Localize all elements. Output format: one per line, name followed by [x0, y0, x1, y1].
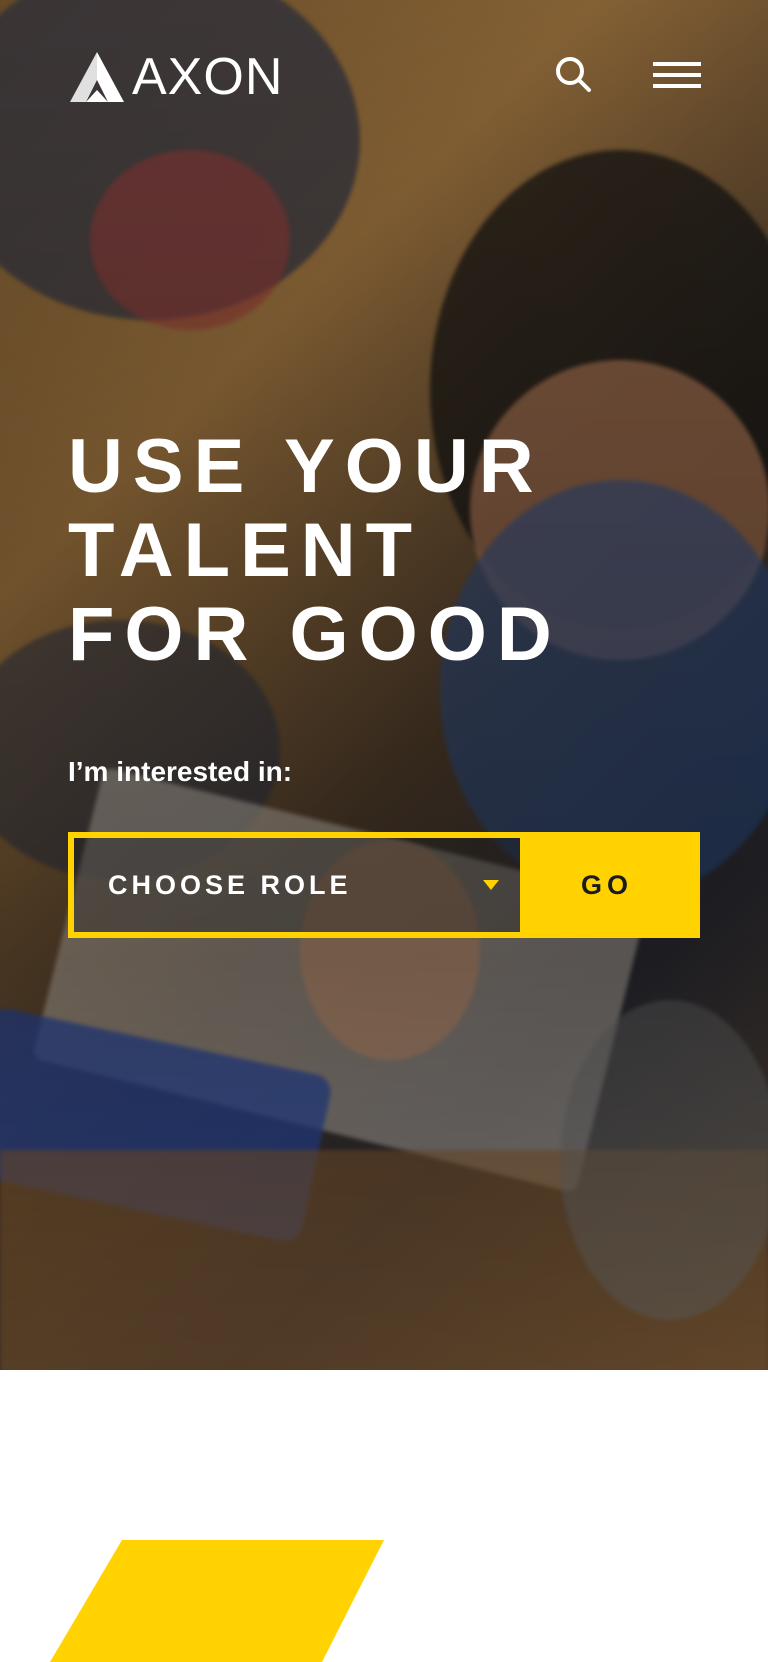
role-picker: CHOOSE ROLE GO	[68, 832, 700, 938]
axon-logo-icon	[70, 52, 124, 102]
interest-label: I’m interested in:	[68, 756, 293, 787]
site-header: AXON	[0, 0, 768, 150]
search-button[interactable]	[553, 54, 593, 94]
menu-button[interactable]	[653, 58, 701, 92]
role-select[interactable]: CHOOSE ROLE	[74, 838, 520, 932]
logo-text: AXON	[132, 48, 284, 106]
role-select-value: CHOOSE ROLE	[108, 869, 352, 900]
search-icon	[556, 57, 591, 92]
hero-overlay	[0, 0, 768, 1370]
headline-line-3: FOR GOOD	[68, 592, 562, 677]
axon-logo[interactable]: AXON	[68, 50, 283, 104]
decorative-yellow-parallelogram	[50, 1540, 384, 1662]
headline-line-2: TALENT	[68, 508, 423, 593]
go-button[interactable]: GO	[520, 838, 694, 932]
hero-headline: USE YOUR TALENT FOR GOOD	[68, 425, 562, 677]
headline-line-1: USE YOUR	[68, 424, 544, 509]
dropdown-caret-icon	[483, 880, 499, 890]
hamburger-menu-icon	[653, 62, 701, 66]
hero-section: AXON USE YOUR TALENT FOR GOOD I’m intere…	[0, 0, 768, 1370]
